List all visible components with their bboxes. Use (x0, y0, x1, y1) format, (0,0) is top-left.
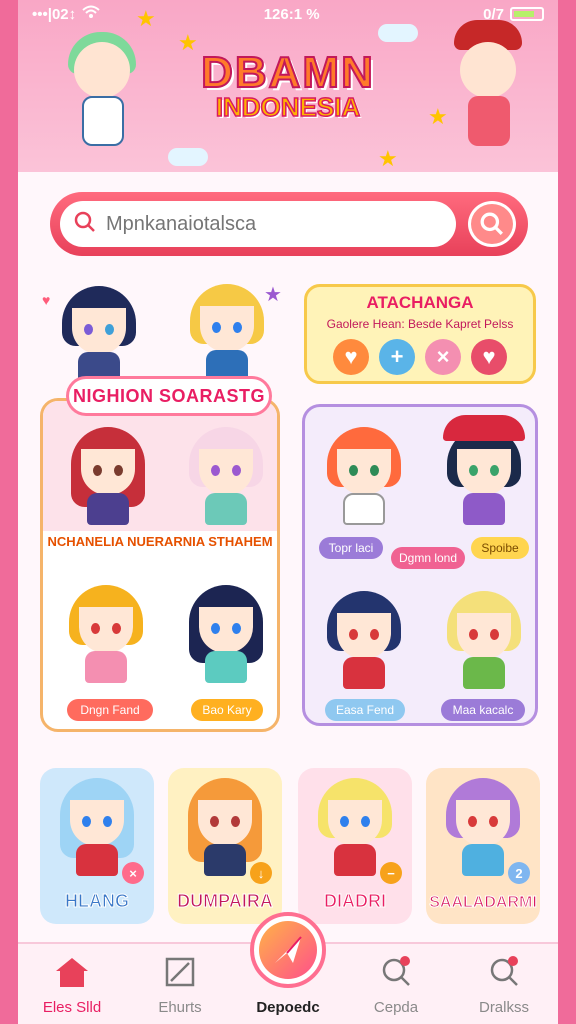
character-avatar[interactable] (63, 427, 153, 527)
star-decoration: ★ (264, 284, 282, 306)
search-icon (379, 955, 413, 993)
character-avatar[interactable] (439, 591, 529, 691)
close-icon[interactable]: × (425, 339, 461, 375)
signal-indicator: •••|02↕ (32, 5, 77, 23)
heart-icon[interactable]: ♥ (471, 339, 507, 375)
app-screen: ★ ★ ★ ★ DBAMN INDONESIA •••|02↕ 126:1 % (18, 0, 558, 1024)
search-input[interactable] (106, 212, 426, 236)
app-logo: DBAMN INDONESIA (168, 47, 408, 123)
minus-icon[interactable]: − (380, 862, 402, 884)
expand-icon (163, 955, 197, 993)
wifi-icon (82, 5, 100, 23)
character-avatar[interactable] (319, 591, 409, 691)
tab-label: Cepda (373, 999, 419, 1016)
battery-icon (510, 7, 544, 21)
send-icon (275, 936, 302, 963)
heart-icon[interactable]: ♥ (333, 339, 369, 375)
close-icon[interactable]: × (122, 862, 144, 884)
character-avatar[interactable] (319, 427, 409, 527)
clock: 126:1 % (263, 5, 320, 23)
tab-cepda[interactable]: Cepda (351, 955, 441, 1016)
character-avatar[interactable] (181, 585, 271, 685)
download-icon[interactable]: ↓ (250, 862, 272, 884)
character-card[interactable]: ↓ DUMPAIRA (168, 768, 282, 924)
character-avatar[interactable] (54, 286, 144, 386)
character-label[interactable]: Bao Kary (191, 699, 263, 721)
character-card[interactable]: − DIADRI (298, 768, 412, 924)
card-name: HLANG (65, 891, 130, 912)
panel-banner: NCHANELIA NUERARNIA STHAHEM (47, 534, 273, 549)
character-avatar[interactable] (181, 427, 271, 527)
promo-title: ATACHANGA (366, 293, 474, 312)
character-avatar[interactable] (439, 415, 529, 527)
center-action-button[interactable] (250, 912, 326, 988)
character-avatar[interactable] (182, 284, 272, 384)
home-icon (52, 955, 92, 993)
character-card[interactable]: × HLANG (40, 768, 154, 924)
star-decoration: ★ (378, 146, 398, 171)
tab-ehurts[interactable]: Ehurts (135, 955, 225, 1016)
character-label[interactable]: Maa kacalc (441, 699, 525, 721)
card-name: SAALADARMI (429, 894, 538, 912)
search-button[interactable] (468, 201, 516, 247)
tab-dralkss[interactable]: Dralkss (459, 955, 549, 1016)
heart-icon: ♥ (42, 292, 51, 308)
promo-bubble[interactable]: ATACHANGA Gaolere Hean: Besde Kapret Pel… (304, 284, 536, 384)
tab-label: Eles Slld (42, 999, 102, 1016)
count-badge: 2 (508, 862, 530, 884)
logo-title: DBAMN (200, 47, 375, 98)
status-bar: •••|02↕ 126:1 % 0/7 (18, 0, 558, 28)
character-label[interactable]: Dngn Fand (67, 699, 153, 721)
featured-panel-right: Topr laci Dgmn lond Spoibe Easa Fend Maa… (302, 404, 538, 726)
plus-icon[interactable]: + (379, 339, 415, 375)
promo-subtitle: Gaolere Hean: Besde Kapret Pelss (326, 317, 514, 331)
tab-label: Depoedc (256, 999, 320, 1016)
character-label[interactable]: Dgmn lond (391, 547, 465, 569)
search-icon (74, 211, 96, 238)
card-name: DIADRI (324, 891, 387, 912)
character-label[interactable]: Easa Fend (325, 699, 405, 721)
network-indicator: 0/7 (483, 5, 504, 23)
cloud-decoration (168, 148, 208, 166)
search-bar (50, 192, 528, 256)
search-icon (487, 955, 521, 993)
search-icon (480, 212, 503, 235)
card-name: DUMPAIRA (177, 891, 274, 912)
tab-home[interactable]: Eles Slld (27, 955, 117, 1016)
character-label[interactable]: Topr laci (319, 537, 383, 559)
character-avatar[interactable] (61, 585, 151, 685)
tab-label: Ehurts (158, 999, 202, 1016)
mascot-right (438, 20, 538, 150)
section-title: NIGHION SOARASTG (66, 376, 272, 416)
character-label[interactable]: Spoibe (471, 537, 529, 559)
featured-panel-left: NCHANELIA NUERARNIA STHAHEM Dngn Fand Ba… (40, 398, 280, 732)
mascot-left (52, 32, 152, 162)
tab-label: Dralkss (478, 999, 529, 1016)
character-card[interactable]: 2 SAALADARMI (426, 768, 540, 924)
search-field[interactable] (60, 201, 456, 247)
